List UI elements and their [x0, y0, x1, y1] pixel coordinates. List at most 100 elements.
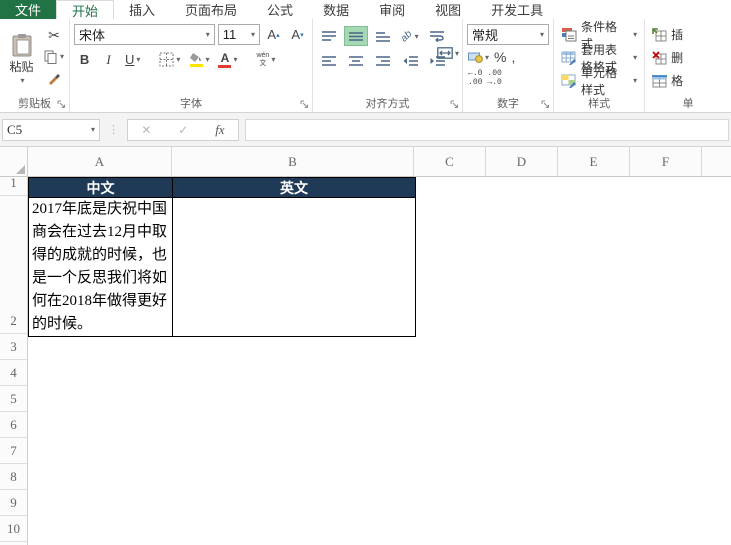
font-dialog-launcher-icon[interactable] — [300, 100, 309, 109]
increase-font-letter: A — [267, 27, 277, 42]
cell-styles-icon — [561, 73, 577, 88]
clipboard-dialog-launcher-icon[interactable] — [57, 100, 66, 109]
group-clipboard: 粘贴 ▾ ✂ ▾ 剪贴板 — [0, 19, 69, 112]
column-headers: A B C D E F — [28, 147, 731, 177]
name-box[interactable]: C5 ▾ — [2, 118, 100, 141]
copy-button[interactable]: ▾ — [43, 48, 65, 65]
cell-b2[interactable] — [173, 198, 415, 336]
italic-button[interactable]: I — [98, 49, 119, 70]
cell-a1[interactable]: 中文 — [29, 178, 173, 197]
excel-window: 文件 开始 插入 页面布局 公式 数据 审阅 视图 开发工具 粘贴 ▾ ✂ ▾ … — [0, 0, 731, 545]
cancel-icon[interactable]: ✕ — [141, 123, 151, 137]
delete-cells-icon — [652, 50, 667, 65]
translation-table: 中文 英文 2017年底是庆祝中国商会在过去12月中取得的成就的时候，也是一个反… — [28, 177, 416, 337]
decrease-indent-button[interactable] — [398, 51, 422, 71]
row-header-4[interactable]: 4 — [0, 360, 27, 386]
formula-input[interactable] — [245, 118, 729, 141]
row-header-2[interactable]: 2 — [0, 196, 27, 334]
worksheet: A B C D E F 1 2 3 4 5 6 7 8 9 10 11 中文 — [0, 147, 731, 545]
group-cells: 插 删 格 单 — [644, 19, 731, 112]
align-center-button[interactable] — [344, 51, 368, 71]
insert-function-icon[interactable]: fx — [215, 122, 224, 138]
grid-canvas[interactable]: 中文 英文 2017年底是庆祝中国商会在过去12月中取得的成就的时候，也是一个反… — [28, 177, 731, 545]
conditional-formatting-icon — [561, 27, 577, 42]
align-top-button[interactable] — [317, 26, 341, 46]
cell-styles-button[interactable]: 单元格样式 ▾ — [558, 66, 640, 97]
decrease-font-size-button[interactable]: A ▾ — [287, 24, 308, 45]
column-header-b[interactable]: B — [172, 147, 414, 176]
font-color-button[interactable]: A ▾ — [215, 49, 240, 70]
accounting-format-button[interactable]: ▾ — [467, 48, 490, 66]
caret-down-icon: ▾ — [300, 31, 304, 39]
number-format-combo[interactable]: 常规 ▾ — [467, 24, 550, 45]
align-right-button[interactable] — [371, 51, 395, 71]
cell-b1[interactable]: 英文 — [173, 178, 415, 197]
column-header-a[interactable]: A — [28, 147, 172, 176]
column-header-e[interactable]: E — [558, 147, 630, 176]
insert-cells-button[interactable]: 插 — [649, 24, 727, 45]
fill-color-dropdown-icon: ▾ — [205, 55, 210, 64]
cut-button[interactable]: ✂ — [43, 27, 65, 44]
increase-font-size-button[interactable]: A ▴ — [263, 24, 284, 45]
tab-view[interactable]: 视图 — [420, 0, 476, 19]
tab-home[interactable]: 开始 — [56, 0, 115, 19]
tab-file[interactable]: 文件 — [0, 0, 56, 19]
format-cells-button[interactable]: 格 — [649, 70, 727, 91]
comma-style-button[interactable]: , — [510, 48, 516, 66]
fill-color-button[interactable]: ▾ — [186, 49, 212, 70]
row-header-1[interactable]: 1 — [0, 175, 27, 196]
row-header-9[interactable]: 9 — [0, 490, 27, 516]
alignment-group-label: 对齐方式 — [365, 98, 410, 110]
enter-icon[interactable]: ✓ — [178, 123, 188, 137]
align-left-button[interactable] — [317, 51, 341, 71]
bold-button[interactable]: B — [74, 49, 95, 70]
cells-group-label: 单 — [682, 98, 694, 110]
borders-button[interactable]: ▾ — [156, 49, 183, 70]
formula-bar-row: C5 ▾ ⋮ ✕ ✓ fx — [0, 113, 731, 147]
number-dialog-launcher-icon[interactable] — [541, 100, 550, 109]
font-size-value: 11 — [222, 27, 237, 42]
font-name-combo[interactable]: 宋体 ▾ — [74, 24, 215, 45]
row-header-10[interactable]: 10 — [0, 516, 27, 542]
select-all-corner[interactable] — [0, 147, 28, 177]
decrease-decimal-button[interactable]: .00 →.0 — [486, 69, 502, 89]
phonetic-top: wén — [256, 51, 270, 59]
decrease-decimal-bottom: →.0 — [487, 77, 502, 87]
merge-center-button[interactable]: ▾ — [433, 44, 463, 62]
column-header-c[interactable]: C — [414, 147, 486, 176]
font-color-dropdown-icon: ▾ — [233, 55, 238, 64]
row-header-8[interactable]: 8 — [0, 464, 27, 490]
tab-developer[interactable]: 开发工具 — [476, 0, 558, 19]
paste-dropdown-icon: ▾ — [20, 76, 25, 85]
cell-a2[interactable]: 2017年底是庆祝中国商会在过去12月中取得的成就的时候，也是一个反思我们将如何… — [29, 198, 173, 336]
alignment-dialog-launcher-icon[interactable] — [450, 100, 459, 109]
font-size-combo[interactable]: 11 ▾ — [217, 24, 261, 45]
delete-cells-button[interactable]: 删 — [649, 47, 727, 68]
row-header-3[interactable]: 3 — [0, 334, 27, 360]
tab-page-layout[interactable]: 页面布局 — [170, 0, 252, 19]
decrease-font-letter: A — [291, 27, 301, 42]
tab-review[interactable]: 审阅 — [364, 0, 420, 19]
tab-data[interactable]: 数据 — [308, 0, 364, 19]
row-header-7[interactable]: 7 — [0, 438, 27, 464]
tab-insert[interactable]: 插入 — [114, 0, 170, 19]
column-header-f[interactable]: F — [630, 147, 702, 176]
formula-bar-drag-handle[interactable]: ⋮ — [108, 123, 119, 136]
align-bottom-button[interactable] — [371, 26, 395, 46]
row-header-6[interactable]: 6 — [0, 412, 27, 438]
increase-decimal-bottom: .00 — [468, 77, 483, 87]
paste-button[interactable]: 粘贴 ▾ — [4, 24, 39, 94]
column-header-d[interactable]: D — [486, 147, 558, 176]
format-painter-button[interactable] — [43, 69, 65, 86]
wrap-text-button[interactable] — [425, 26, 449, 46]
row-header-5[interactable]: 5 — [0, 386, 27, 412]
align-middle-button[interactable] — [344, 26, 369, 46]
underline-button[interactable]: U ▾ — [122, 49, 143, 70]
phonetic-guide-button[interactable]: wén 文 ▾ — [253, 49, 278, 70]
tab-formulas[interactable]: 公式 — [252, 0, 308, 19]
percent-style-button[interactable]: % — [493, 48, 507, 66]
increase-decimal-button[interactable]: ←.0 .00 — [467, 69, 483, 89]
orientation-button[interactable]: ab ▾ — [398, 26, 422, 46]
column-header-partial[interactable] — [702, 147, 731, 176]
phonetic-bottom: 文 — [259, 59, 267, 67]
